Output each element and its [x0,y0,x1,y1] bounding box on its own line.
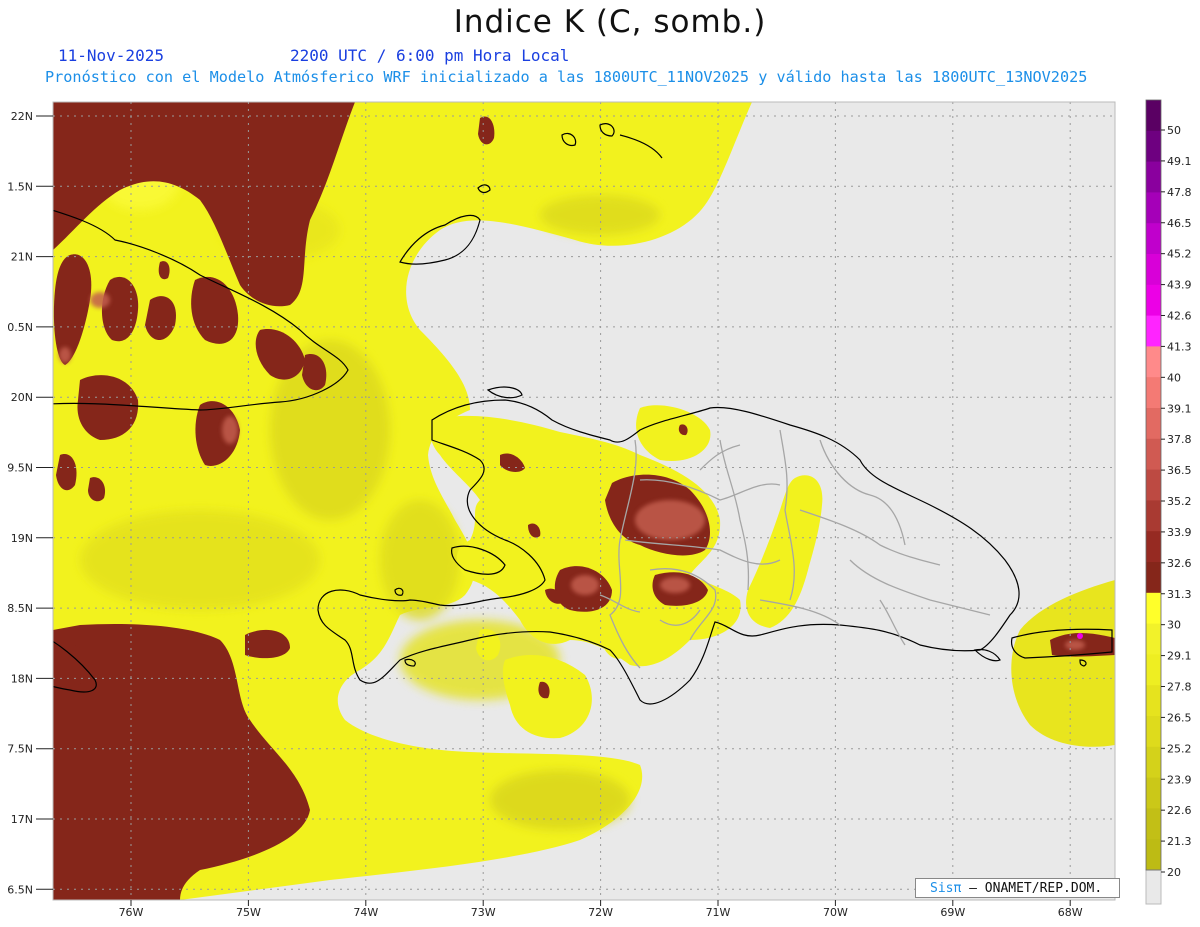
colorbar-label: 25.2 [1167,742,1192,755]
lon-tick-label: 75W [236,906,261,919]
colorbar-swatch [1146,130,1161,163]
colorbar-label: 31.3 [1167,588,1192,601]
colorbar-label: 49.1 [1167,155,1192,168]
lat-tick-label: 9.5N [7,462,33,475]
colorbar-swatch [1146,562,1161,594]
lat-tick-label: 22N [11,110,33,123]
colorbar-swatch [1146,500,1161,532]
colorbar-label: 47.8 [1167,186,1192,199]
colorbar-label: 50 [1167,124,1181,137]
lon-tick-label: 69W [940,906,965,919]
colorbar-label: 40 [1167,371,1181,384]
k-index-map: 22N 1.5N 21N 0.5N 20N 9.5N 19N 8.5N 18N 7.5N 17N 6.… [7,99,1192,919]
lat-tick-label: 17N [11,813,33,826]
credit-logo: Sisπ [930,881,962,896]
colorbar-swatch [1146,685,1161,717]
colorbar-label: 22.6 [1167,804,1192,817]
colorbar-swatch [1146,716,1161,748]
colorbar-below-swatch [1145,869,1162,905]
latitude-axis: 22N 1.5N 21N 0.5N 20N 9.5N 19N 8.5N 18N 7.5N 17N 6.… [7,110,53,896]
colorbar-swatch [1146,623,1161,655]
colorbar-label: 32.6 [1167,557,1192,570]
colorbar-swatch [1146,284,1161,317]
colorbar-swatch [1146,192,1161,224]
colorbar-label: 21.3 [1167,835,1192,848]
colorbar-swatch [1146,438,1161,471]
colorbar-swatch [1146,346,1161,378]
lat-tick-label: 18N [11,672,33,685]
colorbar-label: 23.9 [1167,773,1192,786]
credit-box: Sisπ – ONAMET/REP.DOM. [915,878,1120,898]
lat-tick-label: 21N [11,251,33,264]
colorbar-swatch [1146,408,1161,440]
colorbar-label: 30 [1167,619,1181,632]
lon-tick-label: 72W [588,906,613,919]
colorbar-legend: 50 49.1 47.8 46.5 45.2 43.9 42.6 41.3 40 39.1 37.8… [1145,99,1192,905]
colorbar-label: 20 [1167,866,1181,879]
colorbar-swatch [1146,223,1161,255]
colorbar-swatch [1146,746,1161,779]
colorbar-label: 43.9 [1167,279,1192,292]
lat-tick-label: 7.5N [7,743,33,756]
lat-tick-label: 6.5N [7,883,33,896]
lat-tick-label: 19N [11,532,33,545]
colorbar-label: 27.8 [1167,681,1192,694]
colorbar-swatch [1146,469,1161,501]
lat-tick-label: 20N [11,391,33,404]
colorbar-swatch [1146,839,1161,871]
colorbar-swatch [1146,100,1161,132]
colorbar-label: 41.3 [1167,340,1192,353]
colorbar-label: 29.1 [1167,650,1192,663]
colorbar-swatch [1146,777,1161,809]
colorbar-swatch [1146,161,1161,193]
lon-tick-label: 74W [353,906,378,919]
colorbar-swatch [1146,254,1161,286]
colorbar-label: 33.9 [1167,526,1192,539]
colorbar-label: 39.1 [1167,402,1192,415]
colorbar-label: 45.2 [1167,248,1192,261]
colorbar-label: 26.5 [1167,711,1192,724]
lat-tick-label: 8.5N [7,602,33,615]
colorbar-swatch [1146,377,1161,409]
colorbar-swatch [1146,531,1161,563]
colorbar-swatch [1146,315,1161,347]
colorbar-swatch [1146,808,1161,840]
lon-tick-label: 76W [119,906,144,919]
lon-tick-label: 68W [1058,906,1083,919]
colorbar-label: 42.6 [1167,310,1192,323]
colorbar-swatch [1146,592,1161,625]
credit-text: – ONAMET/REP.DOM. [969,881,1103,896]
lat-tick-label: 0.5N [7,321,33,334]
colorbar-label: 35.2 [1167,495,1192,508]
colorbar-label: 46.5 [1167,217,1192,230]
lat-tick-label: 1.5N [7,180,33,193]
longitude-axis: 76W 75W 74W 73W 72W 71W 70W 69W 68W [119,900,1083,919]
lon-tick-label: 70W [823,906,848,919]
lon-tick-label: 71W [706,906,731,919]
lon-tick-label: 73W [471,906,496,919]
colorbar-label: 36.5 [1167,464,1192,477]
colorbar-label: 37.8 [1167,433,1192,446]
colorbar-swatch [1146,654,1161,686]
